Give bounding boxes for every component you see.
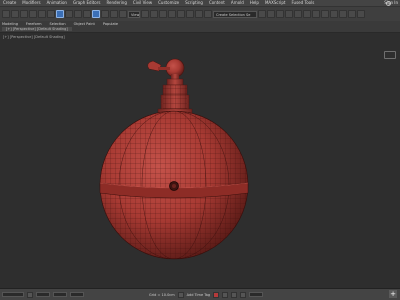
reference-coordinate-select[interactable]: View	[128, 10, 140, 18]
menu-animation[interactable]: Animation	[44, 0, 70, 6]
sign-in-link[interactable]: Sign In	[384, 0, 398, 6]
ribbon: Modeling Freeform Selection Object Paint…	[0, 21, 400, 33]
window-crossing-icon[interactable]	[83, 10, 91, 18]
status-bar: Grid = 10.0cm Add Time Tag +	[0, 288, 400, 300]
spinner-snap-icon[interactable]	[195, 10, 203, 18]
grid-size-readout: Grid = 10.0cm	[149, 292, 175, 297]
model-top-handle	[147, 58, 185, 79]
set-key-icon[interactable]	[222, 291, 229, 298]
material-editor-icon[interactable]	[312, 10, 320, 18]
menu-customize[interactable]: Customize	[155, 0, 182, 6]
edit-named-selection-icon[interactable]	[204, 10, 212, 18]
select-by-name-icon[interactable]	[65, 10, 73, 18]
perspective-viewport[interactable]: [+] [Perspective] [Default Shading]	[0, 33, 400, 288]
auto-key-button[interactable]	[213, 291, 220, 298]
angle-snap-icon[interactable]	[177, 10, 185, 18]
redo-icon[interactable]	[11, 10, 19, 18]
menu-content[interactable]: Content	[206, 0, 228, 6]
x-coordinate-field[interactable]	[36, 292, 50, 297]
align-icon[interactable]	[267, 10, 275, 18]
menu-graph-editors[interactable]: Graph Editors	[70, 0, 103, 6]
menu-help[interactable]: Help	[247, 0, 262, 6]
move-icon[interactable]	[92, 10, 100, 18]
tab-populate[interactable]: Populate	[103, 22, 118, 26]
curve-editor-icon[interactable]	[294, 10, 302, 18]
bind-space-warp-icon[interactable]	[38, 10, 46, 18]
named-selection-set-select[interactable]: Create Selection Se	[213, 10, 257, 18]
select-object-icon[interactable]	[56, 10, 64, 18]
add-time-tag-button[interactable]: Add Time Tag	[187, 293, 211, 297]
menu-fused-tools[interactable]: Fused Tools	[288, 0, 317, 6]
unlink-icon[interactable]	[29, 10, 37, 18]
menu-rendering[interactable]: Rendering	[103, 0, 129, 6]
rendered-frame-window-icon[interactable]	[330, 10, 338, 18]
rect-selection-icon[interactable]	[74, 10, 82, 18]
menu-bar: Create Modifiers Animation Graph Editors…	[0, 0, 400, 7]
scale-icon[interactable]	[110, 10, 118, 18]
bathysphere-model	[99, 58, 249, 260]
snap-toggle-icon[interactable]	[168, 10, 176, 18]
render-production-icon[interactable]	[339, 10, 347, 18]
link-icon[interactable]	[20, 10, 28, 18]
next-frame-icon[interactable]	[240, 291, 247, 298]
main-toolbar: View Create Selection Se	[0, 7, 400, 21]
place-icon[interactable]	[119, 10, 127, 18]
a360-gallery-icon[interactable]	[357, 10, 365, 18]
keyboard-shortcut-icon[interactable]	[159, 10, 167, 18]
y-coordinate-field[interactable]	[53, 292, 67, 297]
mirror-icon[interactable]	[258, 10, 266, 18]
time-tag-icon[interactable]	[177, 291, 184, 298]
menu-civil-view[interactable]: Civil View	[130, 0, 155, 6]
model-porthole	[169, 181, 179, 191]
play-icon[interactable]	[231, 291, 238, 298]
menu-modifiers[interactable]: Modifiers	[19, 0, 43, 6]
add-icon[interactable]: +	[389, 290, 397, 298]
rotate-icon[interactable]	[101, 10, 109, 18]
toggle-ribbon-icon[interactable]	[285, 10, 293, 18]
percent-snap-icon[interactable]	[186, 10, 194, 18]
tab-freeform[interactable]: Freeform	[26, 22, 42, 26]
render-setup-icon[interactable]	[321, 10, 329, 18]
menu-arnold[interactable]: Arnold	[228, 0, 247, 6]
pivot-center-icon[interactable]	[141, 10, 149, 18]
schematic-view-icon[interactable]	[303, 10, 311, 18]
tab-selection[interactable]: Selection	[50, 22, 66, 26]
menu-create[interactable]: Create	[0, 0, 19, 6]
select-filter-icon[interactable]	[47, 10, 55, 18]
current-frame-field[interactable]	[249, 292, 264, 297]
render-in-cloud-icon[interactable]	[348, 10, 356, 18]
manipulate-icon[interactable]	[150, 10, 158, 18]
layer-explorer-icon[interactable]	[276, 10, 284, 18]
tab-object-paint[interactable]: Object Paint	[74, 22, 95, 26]
menu-maxscript[interactable]: MAXScript	[262, 0, 289, 6]
undo-icon[interactable]	[2, 10, 10, 18]
ribbon-panel-label[interactable]: [+] [Perspective] [Default Shading]	[2, 26, 72, 31]
selection-lock-icon[interactable]	[27, 291, 33, 298]
z-coordinate-field[interactable]	[70, 292, 84, 297]
maxscript-listener-field[interactable]	[2, 292, 24, 297]
tab-modeling[interactable]: Modeling	[2, 22, 18, 26]
menu-scripting[interactable]: Scripting	[182, 0, 206, 6]
